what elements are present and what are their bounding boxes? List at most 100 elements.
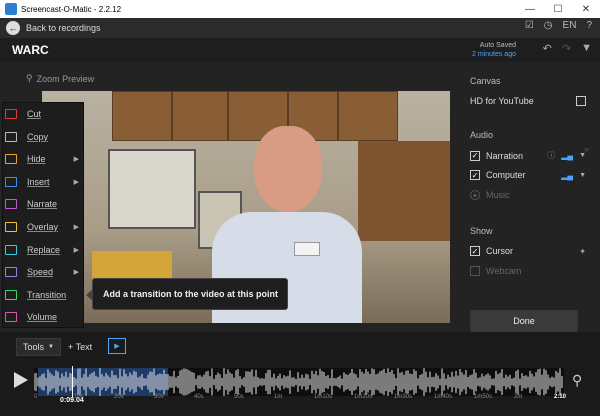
tools-menu-label: Transition [27, 289, 67, 300]
timeline-tick-label: 2:10 [554, 394, 567, 400]
narration-label: Narration [486, 150, 524, 161]
timeline-ticks: 0 10s 20s 30s 40s 50s 1m 1m10s 1m20s 1m30s 1m40s 1m… [34, 394, 580, 404]
cursor-option[interactable]: ✓ Cursor ✦ [470, 246, 586, 256]
music-option[interactable]: + Music [470, 190, 586, 200]
project-header: WARC Auto Saved 2 minutes ago ↶ ↷ ▼ [0, 38, 600, 62]
level-bars-icon: ▂▄ [561, 151, 574, 160]
tools-menu-item-copy[interactable]: Copy [3, 126, 85, 148]
timeline-track[interactable] [34, 366, 564, 398]
timeline-tick-label: 1m20s [354, 394, 373, 400]
tools-chevron-icon: ▼ [48, 344, 54, 350]
back-to-recordings-button[interactable]: ← Back to recordings [6, 21, 101, 35]
nav-actions: ☑ ◷ EN ? [525, 20, 592, 31]
autosave-time: 2 minutes ago [472, 51, 516, 58]
webcam-option[interactable]: Webcam [470, 266, 586, 276]
tools-menu-label: Cut [27, 109, 42, 119]
add-music-icon[interactable]: + [470, 190, 480, 200]
timeline-tick-label: 1m [274, 394, 283, 400]
transition-tooltip: Add a transition to the video at this po… [86, 278, 288, 310]
tools-menu-item-transition[interactable]: Transition [3, 284, 85, 306]
hide-icon [5, 154, 17, 165]
tools-menu-label: Hide [27, 154, 46, 165]
submenu-arrow-icon: ▶ [73, 269, 79, 277]
video-name-tag [294, 242, 320, 256]
cursor-checkbox[interactable]: ✓ [470, 246, 480, 256]
hd-youtube-option[interactable]: HD for YouTube [470, 96, 586, 106]
play-button[interactable] [14, 372, 28, 388]
app-logo-icon [5, 3, 17, 15]
hd-checkbox[interactable] [576, 96, 586, 106]
tools-menu-label: Narrate [27, 199, 58, 210]
timeline-tick-label: 1m30s [394, 394, 413, 400]
submenu-arrow-icon: ▶ [73, 178, 79, 186]
narration-option[interactable]: ✓ Narration ⓘ ▂▄ ▼ [470, 150, 586, 161]
help-icon[interactable]: ? [586, 20, 592, 31]
tools-dropdown-button[interactable]: Tools ▼ [16, 338, 61, 356]
video-poster [108, 149, 196, 229]
speed-icon [5, 267, 17, 278]
tools-menu-label: Insert [27, 176, 50, 187]
timeline-tick-label: 40s [194, 394, 204, 400]
cursor-settings-icon[interactable]: ✦ [579, 247, 586, 256]
transition-icon [5, 289, 17, 300]
canvas-heading: Canvas [470, 76, 501, 86]
edit-actions: ↶ ↷ ▼ [543, 42, 592, 55]
tools-menu-item-narrate[interactable]: Narrate [3, 193, 85, 215]
add-text-button[interactable]: + Text [64, 338, 96, 356]
level-bars-icon: ▂▄ [561, 170, 574, 180]
project-title[interactable]: WARC [12, 43, 49, 57]
tools-menu-item-cut[interactable]: Cut [3, 103, 85, 125]
tools-menu-item-insert[interactable]: Insert ▶ [3, 171, 85, 193]
computer-audio-option[interactable]: ✓ Computer ▂▄ ▼ [470, 170, 586, 180]
tools-menu-item-speed[interactable]: Speed ▶ [3, 261, 85, 283]
maximize-button[interactable]: ☐ [544, 0, 572, 18]
timeline-tick-label: 1m50s [474, 394, 493, 400]
undo-icon[interactable]: ↶ [543, 42, 552, 55]
done-button[interactable]: Done [470, 310, 578, 332]
tools-menu-label: Copy [27, 131, 49, 142]
tools-menu-item-replace[interactable]: Replace ▶ [3, 239, 85, 261]
minimize-button[interactable]: — [516, 0, 544, 18]
title-bar: Screencast-O-Matic - 2.2.12 — ☐ ✕ [0, 0, 600, 18]
media-icon[interactable]: ▶ [108, 338, 126, 354]
tools-menu-label: Volume [27, 312, 58, 323]
tools-label: Tools [23, 342, 45, 352]
info-icon[interactable]: ⓘ [547, 150, 555, 161]
video-head [254, 126, 322, 212]
history-icon[interactable]: ◷ [544, 20, 553, 31]
timeline-tick-label: 2m [514, 394, 523, 400]
timeline-tick-label: 30s [154, 394, 164, 400]
tools-menu: Cut Copy Hide ▶ Insert ▶ Narrate Overlay ▶ Replac… [2, 102, 84, 328]
timeline-tick-label: 10s [74, 394, 84, 400]
timeline-tick-label: 20s [114, 394, 124, 400]
timeline-tick-label: 50s [234, 394, 244, 400]
computer-dropdown-icon[interactable]: ▼ [579, 172, 586, 179]
tools-menu-item-hide[interactable]: Hide ▶ [3, 148, 85, 170]
computer-checkbox[interactable]: ✓ [470, 170, 480, 180]
nav-bar: ← Back to recordings ☑ ◷ EN ? [0, 18, 600, 38]
back-label: Back to recordings [26, 23, 101, 33]
narration-checkbox[interactable]: ✓ [470, 150, 480, 161]
upload-check-icon[interactable]: ☑ [525, 20, 534, 31]
dropdown-chevron-icon[interactable]: ▼ [581, 42, 592, 55]
video-shelf [358, 141, 450, 241]
redo-icon[interactable]: ↷ [562, 42, 571, 55]
tools-menu-item-volume[interactable]: Volume [3, 306, 85, 328]
replace-icon [5, 244, 17, 255]
tools-menu-label: Speed [27, 267, 54, 278]
zoom-preview-button[interactable]: ⚲ Zoom Preview [26, 73, 94, 84]
computer-label: Computer [486, 170, 526, 180]
webcam-checkbox[interactable] [470, 266, 480, 276]
tools-menu-item-overlay[interactable]: Overlay ▶ [3, 216, 85, 238]
close-button[interactable]: ✕ [572, 0, 600, 18]
window-title: Screencast-O-Matic - 2.2.12 [21, 4, 122, 14]
panel-collapse-icon[interactable]: » [584, 144, 589, 154]
music-label: Music [486, 190, 510, 200]
insert-icon [5, 176, 17, 187]
cut-icon [5, 109, 17, 119]
language-button[interactable]: EN [563, 20, 577, 31]
timeline-tick-label: 0 [34, 394, 38, 400]
timeline-zoom-icon[interactable]: ⚲ [572, 372, 582, 389]
tools-menu-label: Replace [27, 244, 61, 255]
overlay-icon [5, 222, 17, 232]
